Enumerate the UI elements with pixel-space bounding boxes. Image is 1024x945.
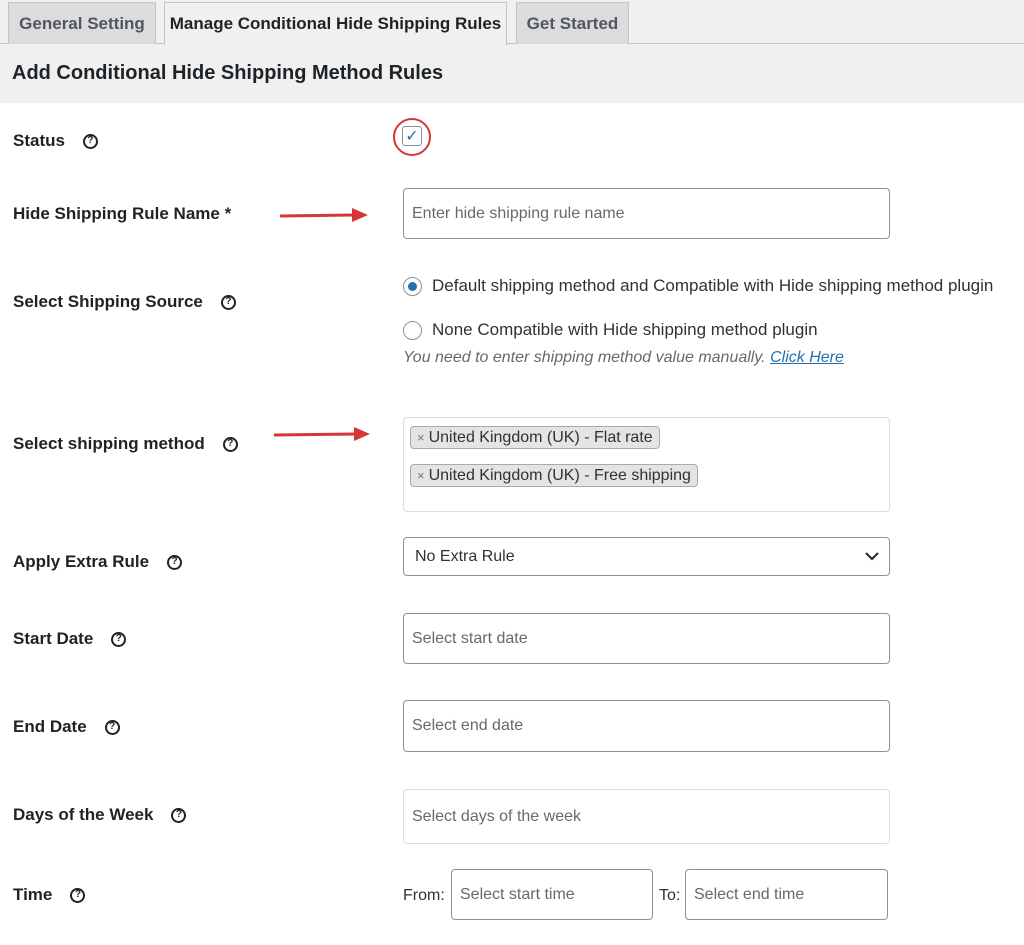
rule-name-label: Hide Shipping Rule Name * [13,202,231,226]
time-to-label: To: [659,887,681,904]
tab-label: Get Started [526,13,619,33]
help-icon[interactable]: ? [82,133,98,149]
status-label-text: Status [13,131,65,150]
end-date-input[interactable] [403,700,890,752]
radio-none-compatible[interactable]: None Compatible with Hide shipping metho… [403,320,818,340]
tag-label: United Kingdom (UK) - Free shipping [428,466,691,484]
header-panel: General Setting Manage Conditional Hide … [0,0,1024,103]
days-of-week-label-text: Days of the Week [13,805,154,824]
help-icon[interactable]: ? [171,807,187,823]
start-date-field[interactable] [412,614,881,663]
status-checkbox[interactable]: ✓ [402,126,422,146]
radio-default-shipping[interactable]: Default shipping method and Compatible w… [403,276,993,296]
start-date-input[interactable] [403,613,890,664]
check-icon: ✓ [405,128,419,145]
red-arrow-icon [273,427,370,441]
help-icon[interactable]: ? [111,631,127,647]
days-of-week-select[interactable] [403,789,890,844]
start-date-label: Start Date ? [13,627,127,651]
time-label: Time ? [13,883,86,907]
rule-name-field[interactable] [412,189,881,238]
remove-tag-icon[interactable]: × [417,430,425,445]
chevron-down-icon [865,552,879,561]
tab-label: General Setting [19,13,145,33]
shipping-method-label-text: Select shipping method [13,434,205,453]
tab-manage-rules[interactable]: Manage Conditional Hide Shipping Rules [164,2,507,45]
shipping-method-tag: × United Kingdom (UK) - Free shipping [410,464,698,487]
radio-button[interactable] [403,320,422,340]
end-time-input[interactable] [685,869,888,920]
red-arrow-icon [279,208,368,222]
start-date-label-text: Start Date [13,629,94,648]
time-label-text: Time [13,885,53,904]
hint-text: You need to enter shipping method value … [403,349,766,366]
help-icon[interactable]: ? [70,887,86,903]
rule-name-label-text: Hide Shipping Rule Name * [13,204,232,223]
tag-label: United Kingdom (UK) - Flat rate [428,428,653,446]
shipping-source-hint: You need to enter shipping method value … [403,349,844,367]
end-time-field[interactable] [694,870,879,919]
radio-label: Default shipping method and Compatible w… [432,276,994,295]
days-of-week-label: Days of the Week ? [13,803,187,827]
extra-rule-label: Apply Extra Rule ? [13,550,183,574]
shipping-source-label-text: Select Shipping Source [13,292,203,311]
page-title: Add Conditional Hide Shipping Method Rul… [12,62,444,84]
extra-rule-select[interactable]: No Extra Rule [403,537,890,576]
click-here-link[interactable]: Click Here [770,349,844,366]
help-icon[interactable]: ? [167,554,183,570]
start-time-input[interactable] [451,869,653,920]
remove-tag-icon[interactable]: × [417,468,425,483]
radio-button[interactable] [403,276,422,296]
tab-label: Manage Conditional Hide Shipping Rules [169,14,502,33]
help-icon[interactable]: ? [222,436,238,452]
rule-name-input[interactable] [403,188,890,239]
shipping-method-label: Select shipping method ? [13,432,238,456]
days-of-week-field[interactable] [412,790,881,843]
end-date-field[interactable] [412,701,881,751]
help-icon[interactable]: ? [104,719,120,735]
tab-get-started[interactable]: Get Started [516,2,629,44]
status-label: Status ? [13,129,98,153]
time-from-label: From: [403,887,445,904]
extra-rule-value: No Extra Rule [415,547,515,565]
radio-label: None Compatible with Hide shipping metho… [432,320,818,339]
tab-general-setting[interactable]: General Setting [8,2,156,44]
help-icon[interactable]: ? [220,294,236,310]
tab-bar: General Setting Manage Conditional Hide … [0,0,1024,45]
end-date-label-text: End Date [13,717,87,736]
shipping-source-label: Select Shipping Source ? [13,290,236,314]
extra-rule-label-text: Apply Extra Rule [13,552,150,571]
shipping-method-tag: × United Kingdom (UK) - Flat rate [410,426,660,449]
end-date-label: End Date ? [13,715,120,739]
start-time-field[interactable] [460,870,644,919]
